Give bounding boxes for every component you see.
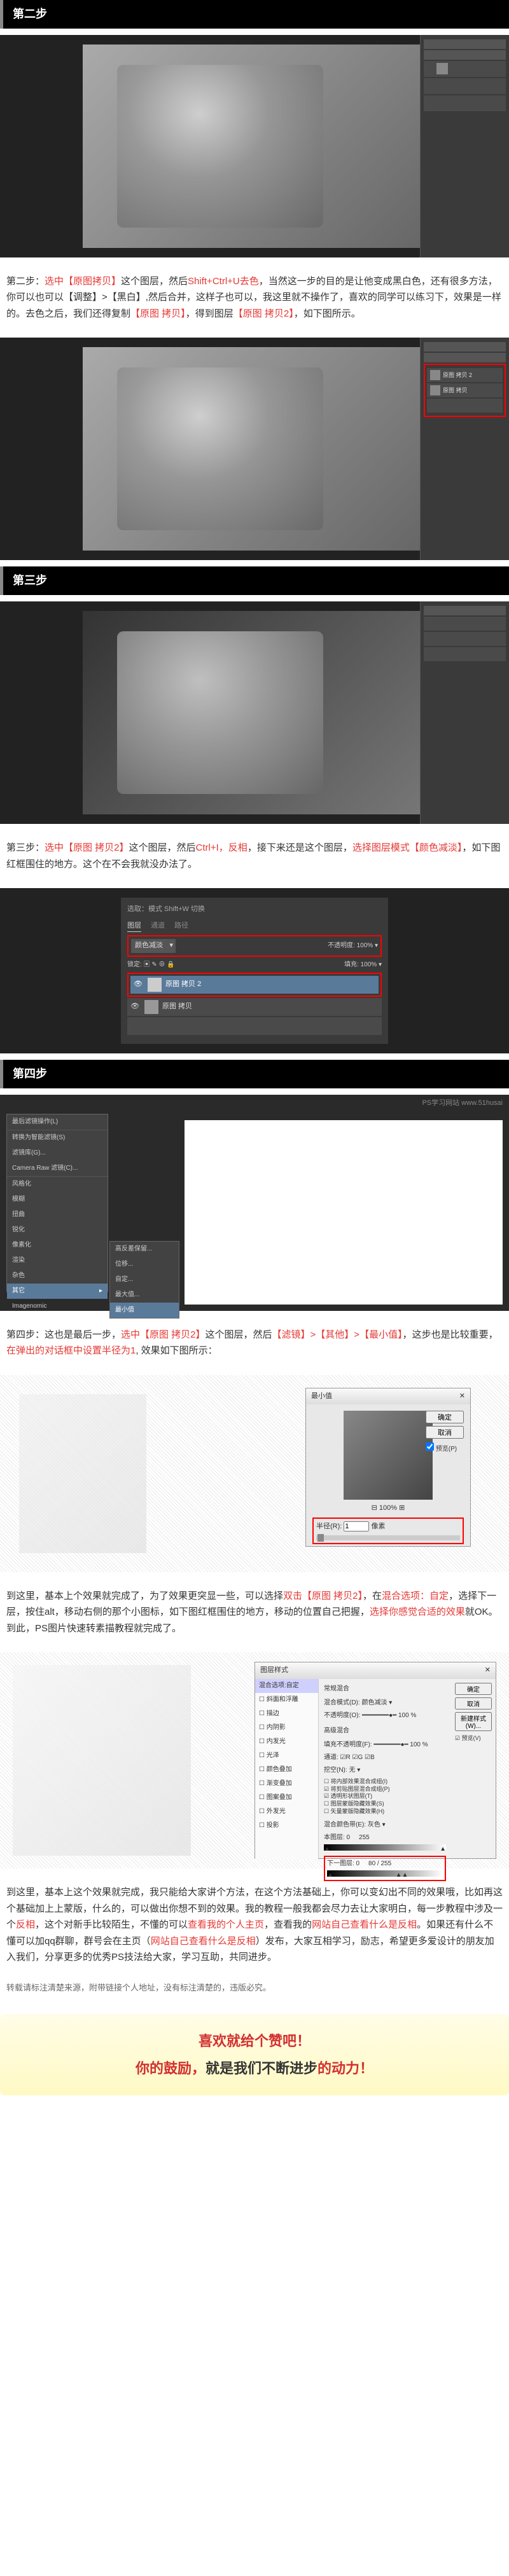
photo-bw-subject [117, 367, 323, 530]
ps-layers-panel [420, 35, 509, 257]
step4-image1: PS学习网站 www.51husai 最后滤镜操作(L) 转换为智能滤镜(S) … [0, 1095, 509, 1311]
eye-icon[interactable]: 👁 [134, 979, 143, 990]
step4-text2: 到这里，基本上个效果就完成了，为了效果更突显一些，可以选择双击【原图 拷贝2】，… [0, 1579, 509, 1647]
radius-input[interactable] [344, 1521, 369, 1531]
step4-text3: 到这里，基本上这个效果就完成，我只能给大家讲个方法，在这个方法基础上，你可以变幻… [0, 1875, 509, 1975]
step3-image1 [0, 601, 509, 824]
ok-button[interactable]: 确定 [426, 1411, 464, 1423]
ps-layers-panel [420, 601, 509, 824]
new-style-button[interactable]: 新建样式(W)... [455, 1712, 492, 1731]
layer-row[interactable] [127, 1017, 382, 1035]
layer-row-active[interactable]: 👁 原图 拷贝 2 [130, 976, 379, 994]
step3-text: 第三步：选中【原图 拷贝2】这个图层，然后Ctrl+I，反相，接下来还是这个图层… [0, 830, 509, 882]
min-value-item[interactable]: 最小值 [110, 1303, 179, 1318]
radius-slider[interactable] [316, 1535, 460, 1540]
preview-box [344, 1411, 433, 1500]
step4-header: 第四步 [0, 1060, 509, 1088]
step3-image2: 选取：模式 Shift+W 切换 图层 通道 路径 颜色减淡 ▾ 不透明度: 1… [0, 888, 509, 1053]
footer-banner: 喜欢就给个赞吧！ 你的鼓励，就是我们不断进步的动力！ [0, 2014, 509, 2095]
layer-highlight: 👁 原图 拷贝 2 [127, 973, 382, 997]
blend-mode-highlight: 颜色减淡 ▾ 不透明度: 100% ▾ [127, 935, 382, 957]
cancel-button[interactable]: 取消 [426, 1426, 464, 1439]
highlight-box: 原图 拷贝 2 原图 拷贝 [424, 364, 506, 417]
min-value-dialog: 最小值 ✕ ⊟ 100% ⊞ 半径(R): 像素 [305, 1388, 471, 1547]
blend-options-item[interactable]: 混合选项:自定 [255, 1679, 318, 1693]
filter-submenu[interactable]: 高反差保留... 位移... 自定... 最大值... 最小值 [109, 1241, 179, 1319]
layer-style-dialog: 图层样式✕ 混合选项:自定 ☐ 斜面和浮雕 ☐ 描边 ☐ 内阴影 ☐ 内发光 ☐… [254, 1662, 496, 1859]
chevron-down-icon: ▾ [169, 940, 173, 952]
footer-line2: 你的鼓励，就是我们不断进步的动力！ [0, 2057, 509, 2079]
close-icon[interactable]: ✕ [485, 1665, 491, 1676]
blend-if-highlight: 下一图层: 0 80 / 255 ▲ ▲▲ [324, 1856, 446, 1881]
ok-button[interactable]: 确定 [455, 1683, 492, 1695]
filter-other-item[interactable]: 其它▸ [7, 1284, 108, 1299]
sketch-result-final [13, 1665, 191, 1856]
photo-bw-subject [117, 65, 323, 228]
step2-text: 第二步：选中【原图拷贝】这个图层，然后Shift+Ctrl+U去色，当然这一步的… [0, 264, 509, 332]
layers-panel-zoom: 选取：模式 Shift+W 切换 图层 通道 路径 颜色减淡 ▾ 不透明度: 1… [121, 898, 388, 1044]
cancel-button[interactable]: 取消 [455, 1697, 492, 1709]
sketch-result [19, 1394, 146, 1553]
copyright-notice: 转载请标注清楚来源，附带链接个人地址，没有标注清楚的，违版必究。 [0, 1975, 509, 2001]
chevron-right-icon: ▸ [99, 1286, 102, 1296]
step2-image1 [0, 35, 509, 257]
step2-image2: 原图 拷贝 2 原图 拷贝 [0, 338, 509, 560]
step4-image3: 图层样式✕ 混合选项:自定 ☐ 斜面和浮雕 ☐ 描边 ☐ 内阴影 ☐ 内发光 ☐… [0, 1652, 509, 1868]
layer-item[interactable] [424, 61, 506, 77]
eye-icon[interactable]: 👁 [130, 1001, 139, 1013]
white-canvas [185, 1120, 503, 1305]
layer-row[interactable]: 👁 原图 拷贝 [127, 998, 382, 1016]
footer-line1: 喜欢就给个赞吧！ [0, 2030, 509, 2052]
blend-if-slider[interactable]: ▲ ▲▲ [327, 1870, 443, 1877]
ps-layers-panel: 原图 拷贝 2 原图 拷贝 [420, 338, 509, 560]
filter-menu[interactable]: 最后滤镜操作(L) 转换为智能滤镜(S) 滤镜库(G)... Camera Ra… [6, 1114, 108, 1292]
blend-mode-dropdown[interactable]: 颜色减淡 ▾ [131, 939, 176, 953]
step4-text1: 第四步：这也是最后一步，选中【原图 拷贝2】这个图层，然后【滤镜】>【其他】>【… [0, 1317, 509, 1369]
photo-inverted-subject [117, 631, 323, 794]
radius-highlight: 半径(R): 像素 [312, 1518, 464, 1544]
step4-image2: 最小值 ✕ ⊟ 100% ⊞ 半径(R): 像素 [0, 1375, 509, 1572]
close-icon[interactable]: ✕ [459, 1391, 465, 1402]
watermark: PS学习网站 www.51husai [422, 1098, 503, 1109]
step2-header: 第二步 [0, 0, 509, 29]
step3-header: 第三步 [0, 566, 509, 595]
preview-checkbox[interactable] [426, 1442, 434, 1451]
